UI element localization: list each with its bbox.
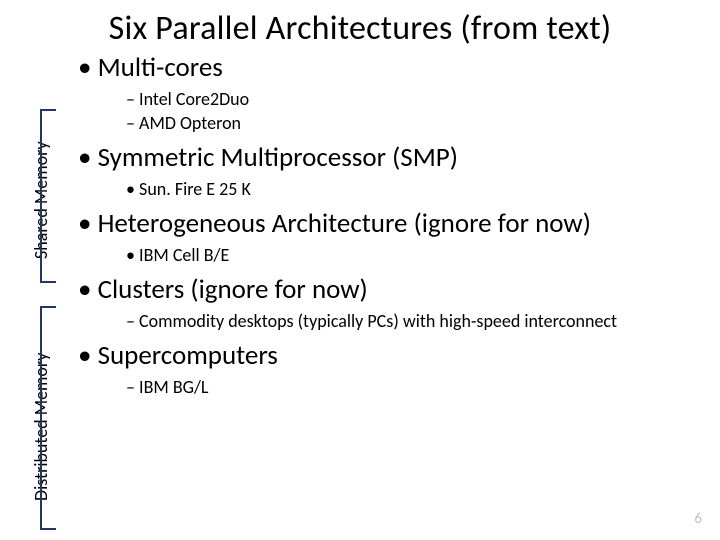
item-hetero: Heterogeneous Architecture (ignore for n…: [78, 207, 710, 267]
item-clusters: Clusters (ignore for now) Commodity desk…: [78, 273, 710, 333]
slide: Six Parallel Architectures (from text) S…: [0, 0, 720, 540]
sublist: IBM Cell B/E: [96, 243, 710, 267]
sublist: Sun. Fire E 25 K: [96, 177, 710, 201]
subitem: AMD Opteron: [126, 111, 710, 135]
bracket-shared-icon: [40, 109, 56, 283]
bracket-distributed-icon: [40, 306, 56, 530]
subitem: Sun. Fire E 25 K: [126, 177, 710, 201]
page-number: 6: [694, 510, 702, 528]
subitem: Intel Core2Duo: [126, 87, 710, 111]
item-text: Heterogeneous Architecture (ignore for n…: [98, 207, 591, 240]
subitem: IBM BG/L: [126, 375, 710, 399]
bullet-list: Multi-cores Intel Core2Duo AMD Opteron S…: [60, 51, 710, 400]
item-smp: Symmetric Multiprocessor (SMP) Sun. Fire…: [78, 141, 710, 201]
subitem: IBM Cell B/E: [126, 243, 710, 267]
sublist: IBM BG/L: [96, 375, 710, 399]
item-supercomputers: Supercomputers IBM BG/L: [78, 339, 710, 399]
item-text: Multi-cores: [98, 51, 223, 84]
item-text: Clusters (ignore for now): [98, 273, 368, 306]
item-text: Supercomputers: [98, 339, 278, 372]
item-multicores: Multi-cores Intel Core2Duo AMD Opteron: [78, 51, 710, 135]
item-text: Symmetric Multiprocessor (SMP): [98, 141, 458, 174]
sublist: Intel Core2Duo AMD Opteron: [96, 87, 710, 136]
slide-title: Six Parallel Architectures (from text): [0, 0, 720, 51]
subitem: Commodity desktops (typically PCs) with …: [126, 309, 710, 333]
sublist: Commodity desktops (typically PCs) with …: [96, 309, 710, 333]
slide-body: Shared Memory Distributed Memory Multi-c…: [0, 51, 720, 400]
